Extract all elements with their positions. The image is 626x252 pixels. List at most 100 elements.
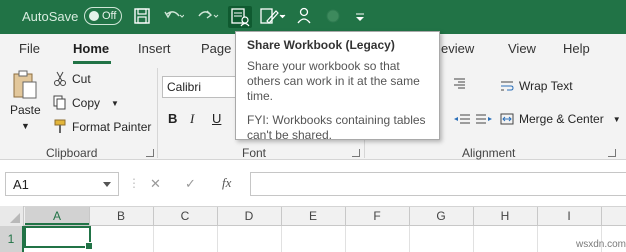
save-icon[interactable] [133,6,151,28]
column-divider [89,207,90,225]
column-divider [281,207,282,225]
group-separator [157,68,158,158]
column-header-e[interactable]: E [281,209,345,223]
tab-insert[interactable]: Insert [138,41,171,56]
column-header-i[interactable]: I [537,209,601,223]
clipboard-dialog-launcher[interactable] [146,149,154,157]
name-box-value: A1 [13,177,29,192]
watermark: wsxdn.com [576,239,626,250]
merge-dropdown-arrow[interactable]: ▼ [613,115,621,124]
paste-button[interactable]: Paste [10,70,41,117]
merge-center-label: Merge & Center [519,112,604,126]
cell-gridline [409,226,410,252]
name-box-dropdown-arrow[interactable] [103,182,111,187]
paintbrush-icon [54,119,66,133]
paste-dropdown-arrow[interactable]: ▼ [21,121,30,131]
column-divider [345,207,346,225]
worksheet-grid[interactable] [0,226,626,252]
format-painter-button[interactable]: Format Painter [53,119,151,135]
cell-gridline [153,226,154,252]
merge-center-icon [500,113,514,125]
copy-label: Copy [72,96,101,110]
column-divider [409,207,410,225]
cancel-icon[interactable]: ✕ [150,176,161,192]
column-header-h[interactable]: H [473,209,537,223]
tooltip-title: Share Workbook (Legacy) [247,38,395,52]
underline-button[interactable]: U [212,111,221,126]
active-cell-a1[interactable] [24,226,93,250]
edit-document-icon[interactable] [259,6,287,28]
tab-help[interactable]: Help [563,41,590,56]
column-divider [473,207,474,225]
column-header-b[interactable]: B [89,209,153,223]
copy-icon [53,95,66,110]
formula-buttons: ⋮ ✕ ✓ fx [128,172,246,196]
font-group-label: Font [242,146,267,160]
customize-qat-icon[interactable] [354,6,366,28]
formula-input[interactable] [250,172,626,196]
row-header-1[interactable]: 1 [0,226,24,252]
column-divider [601,207,602,225]
merge-center-button[interactable]: Merge & Center ▼ [500,112,621,126]
column-divider [217,207,218,225]
cell-gridline [537,226,538,252]
tab-review[interactable]: eview [441,41,474,56]
wrap-text-icon [501,81,514,91]
wrap-text-label: Wrap Text [519,79,573,93]
redo-icon[interactable] [196,6,220,28]
tab-file[interactable]: File [19,41,40,56]
share-workbook-tooltip: Share Workbook (Legacy) Share your workb… [235,31,440,142]
clipboard-group-label: Clipboard [46,146,98,160]
cell-gridline [217,226,218,252]
share-workbook-icon[interactable] [228,6,252,28]
font-name-value: Calibri [167,80,202,94]
indent-buttons[interactable] [452,112,492,126]
format-painter-label: Format Painter [72,120,152,134]
paste-label: Paste [10,103,41,117]
align-right-icon [454,78,465,89]
copy-button[interactable]: Copy ▼ [53,95,119,111]
copy-dropdown-arrow[interactable]: ▼ [111,99,119,108]
enter-icon[interactable]: ✓ [185,176,196,192]
cut-label: Cut [72,72,91,86]
select-all-button[interactable] [0,206,24,226]
cell-gridline [281,226,282,252]
tab-view[interactable]: View [508,41,536,56]
autosave-label: AutoSave [22,9,79,24]
alignment-group-label: Alignment [462,146,516,160]
undo-icon[interactable] [162,6,184,28]
autosave-state: Off [102,10,117,22]
column-divider [537,207,538,225]
insert-function-icon[interactable]: fx [222,175,231,191]
autosave-toggle[interactable]: Off [84,7,122,25]
font-name-combobox[interactable]: Calibri [162,76,238,98]
cut-button[interactable]: Cut [53,71,91,87]
track-user-icon[interactable] [295,6,313,28]
formula-grip: ⋮ [128,176,141,190]
name-box[interactable]: A1 [5,172,119,196]
column-divider [153,207,154,225]
toggle-knob [89,11,99,21]
alignment-dialog-launcher[interactable] [608,149,616,157]
tab-home[interactable]: Home [73,41,109,56]
scissors-icon [54,71,66,86]
column-header-c[interactable]: C [153,209,217,223]
cell-gridline [345,226,346,252]
column-header-d[interactable]: D [217,209,281,223]
align-right-button[interactable] [452,76,466,90]
tooltip-note: FYI: Workbooks containing tables can't b… [247,113,426,142]
indent-icon [454,114,492,124]
record-icon[interactable] [324,6,342,28]
cell-gridline [473,226,474,252]
quick-access-toolbar: AutoSave Off [0,0,626,34]
tooltip-description: Share your workbook so that others can w… [247,59,420,103]
font-dialog-launcher[interactable] [352,149,360,157]
column-header-a[interactable]: A [25,209,89,223]
italic-button[interactable]: I [190,111,194,127]
bold-button[interactable]: B [168,111,177,126]
wrap-text-button[interactable]: Wrap Text [500,79,573,93]
column-header-f[interactable]: F [345,209,409,223]
paste-icon [13,70,37,99]
tab-page-layout[interactable]: Page [201,41,231,56]
column-header-g[interactable]: G [409,209,473,223]
